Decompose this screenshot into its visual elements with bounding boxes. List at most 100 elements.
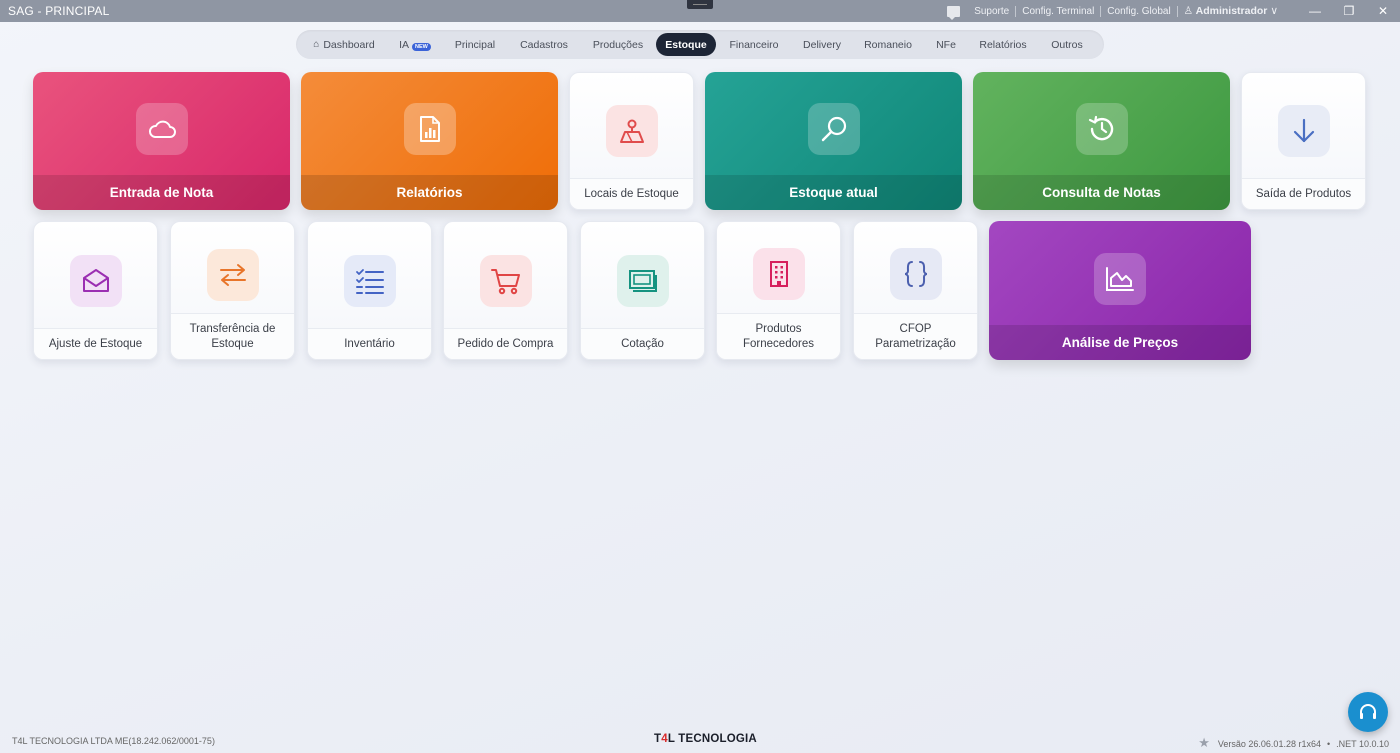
tile-analise-de-precos[interactable]: Análise de Preços	[989, 221, 1251, 360]
tile-label: Produtos Fornecedores	[717, 313, 840, 359]
support-link[interactable]: Suporte	[968, 6, 1015, 17]
tile-inventario[interactable]: Inventário	[307, 221, 432, 360]
tile-label: Pedido de Compra	[444, 328, 567, 359]
title-bar-actions: Suporte Config. Terminal Config. Global …	[947, 0, 1400, 22]
tab-delivery[interactable]: Delivery	[792, 33, 852, 56]
window-title: SAG - PRINCIPAL	[8, 4, 110, 18]
tile-estoque-atual[interactable]: Estoque atual	[705, 72, 962, 210]
tile-pedido-de-compra[interactable]: Pedido de Compra	[443, 221, 568, 360]
tab-estoque[interactable]: Estoque	[656, 33, 716, 56]
tab-label: Cadastros	[520, 38, 568, 51]
tile-label: Transferência de Estoque	[171, 313, 294, 359]
minimize-button[interactable]: —	[1298, 4, 1332, 18]
tile-label-line2: Parametrização	[875, 337, 956, 350]
tile-relatorios[interactable]: Relatórios	[301, 72, 558, 210]
history-icon	[1076, 103, 1128, 155]
tile-entrada-de-nota[interactable]: Entrada de Nota	[33, 72, 290, 210]
tab-dashboard[interactable]: ⌂ Dashboard	[300, 33, 388, 56]
chevron-down-icon: ∨	[1270, 5, 1278, 17]
arrow-down-icon	[1278, 105, 1330, 157]
tab-label: IA	[399, 38, 410, 51]
tab-label: Relatórios	[979, 38, 1027, 51]
tab-nfe[interactable]: NFe	[924, 33, 968, 56]
tab-label: Delivery	[803, 38, 841, 51]
star-icon[interactable]: ★	[1198, 735, 1210, 751]
tile-label: CFOP Parametrização	[854, 313, 977, 359]
tile-label: Locais de Estoque	[570, 178, 693, 209]
tile-label-line2: Fornecedores	[743, 337, 814, 350]
new-badge: NEW	[412, 43, 431, 51]
tile-label: Cotação	[581, 328, 704, 359]
tile-label: Estoque atual	[705, 175, 962, 210]
tab-ia[interactable]: IA NEW	[388, 33, 442, 56]
tab-label: Estoque	[665, 38, 707, 51]
user-icon: ♙	[1183, 5, 1194, 17]
tab-outros[interactable]: Outros	[1038, 33, 1096, 56]
separator-dot: •	[1326, 739, 1331, 749]
area-chart-icon	[1094, 253, 1146, 305]
tile-label-line1: CFOP	[899, 322, 932, 335]
version-info: ★ Versão 26.06.01.28 r1x64 • .NET 10.0.1…	[1198, 735, 1389, 752]
config-terminal-link[interactable]: Config. Terminal	[1016, 6, 1100, 17]
title-bar: SAG - PRINCIPAL Suporte Config. Terminal…	[0, 0, 1400, 22]
report-icon	[404, 103, 456, 155]
tile-label: Análise de Preços	[989, 325, 1251, 360]
location-icon	[606, 105, 658, 157]
chat-icon[interactable]	[947, 5, 961, 20]
version-text: Versão 26.06.01.28 r1x64	[1217, 739, 1321, 749]
tab-label: Financeiro	[729, 38, 779, 51]
tab-producoes[interactable]: Produções	[580, 33, 656, 56]
user-menu[interactable]: ♙ Administrador ∨	[1178, 5, 1284, 17]
cloud-icon	[136, 103, 188, 155]
restore-button[interactable]: ❐	[1332, 4, 1366, 18]
tab-label: Outros	[1051, 38, 1083, 51]
tab-financeiro[interactable]: Financeiro	[716, 33, 792, 56]
tile-label: Saída de Produtos	[1242, 178, 1365, 209]
cart-icon	[480, 255, 532, 307]
user-name: Administrador	[1195, 5, 1268, 17]
braces-icon	[890, 248, 942, 300]
search-icon	[808, 103, 860, 155]
support-chat-button[interactable]	[1348, 692, 1388, 732]
module-nav: ⌂ Dashboard IA NEW Principal Cadastros P…	[296, 30, 1104, 59]
status-bar: T4L TECNOLOGIA LTDA ME(18.242.062/0001-7…	[0, 728, 1400, 753]
tile-cfop-parametrizacao[interactable]: CFOP Parametrização	[853, 221, 978, 360]
tile-label: Inventário	[308, 328, 431, 359]
config-global-link[interactable]: Config. Global	[1101, 6, 1176, 17]
tab-relatorios[interactable]: Relatórios	[968, 33, 1038, 56]
tab-principal[interactable]: Principal	[442, 33, 508, 56]
company-info: T4L TECNOLOGIA LTDA ME(18.242.062/0001-7…	[12, 736, 215, 746]
swap-icon	[207, 249, 259, 301]
tile-cotacao[interactable]: Cotação	[580, 221, 705, 360]
tile-produtos-fornecedores[interactable]: Produtos Fornecedores	[716, 221, 841, 360]
tab-label: Principal	[454, 38, 496, 51]
headset-icon	[1360, 704, 1376, 719]
tab-label: NFe	[936, 38, 956, 51]
tab-romaneio[interactable]: Romaneio	[852, 33, 924, 56]
copy-icon	[617, 255, 669, 307]
tile-label-line1: Produtos	[755, 322, 802, 335]
tile-locais-de-estoque[interactable]: Locais de Estoque	[569, 72, 694, 210]
tab-label: Romaneio	[864, 38, 912, 51]
tile-label: Relatórios	[301, 175, 558, 210]
tile-ajuste-de-estoque[interactable]: Ajuste de Estoque	[33, 221, 158, 360]
tile-transferencia-de-estoque[interactable]: Transferência de Estoque	[170, 221, 295, 360]
close-button[interactable]: ✕	[1366, 4, 1400, 18]
tile-consulta-de-notas[interactable]: Consulta de Notas	[973, 72, 1230, 210]
building-icon	[753, 248, 805, 300]
envelope-icon	[70, 255, 122, 307]
tab-cadastros[interactable]: Cadastros	[508, 33, 580, 56]
tab-label: Dashboard	[323, 38, 375, 51]
tab-label: Produções	[592, 38, 644, 51]
tile-label-line1: Transferência de	[189, 322, 276, 335]
tile-label-line2: Estoque	[211, 337, 254, 350]
tile-saida-de-produtos[interactable]: Saída de Produtos	[1241, 72, 1366, 210]
tile-label: Consulta de Notas	[973, 175, 1230, 210]
tile-label: Entrada de Nota	[33, 175, 290, 210]
home-icon: ⌂	[313, 39, 320, 50]
window-grip[interactable]	[687, 0, 713, 9]
tile-label: Ajuste de Estoque	[34, 328, 157, 359]
brand-logo: T4L TECNOLOGIA	[654, 733, 757, 745]
checklist-icon	[344, 255, 396, 307]
runtime-text: .NET 10.0.10	[1336, 739, 1389, 749]
